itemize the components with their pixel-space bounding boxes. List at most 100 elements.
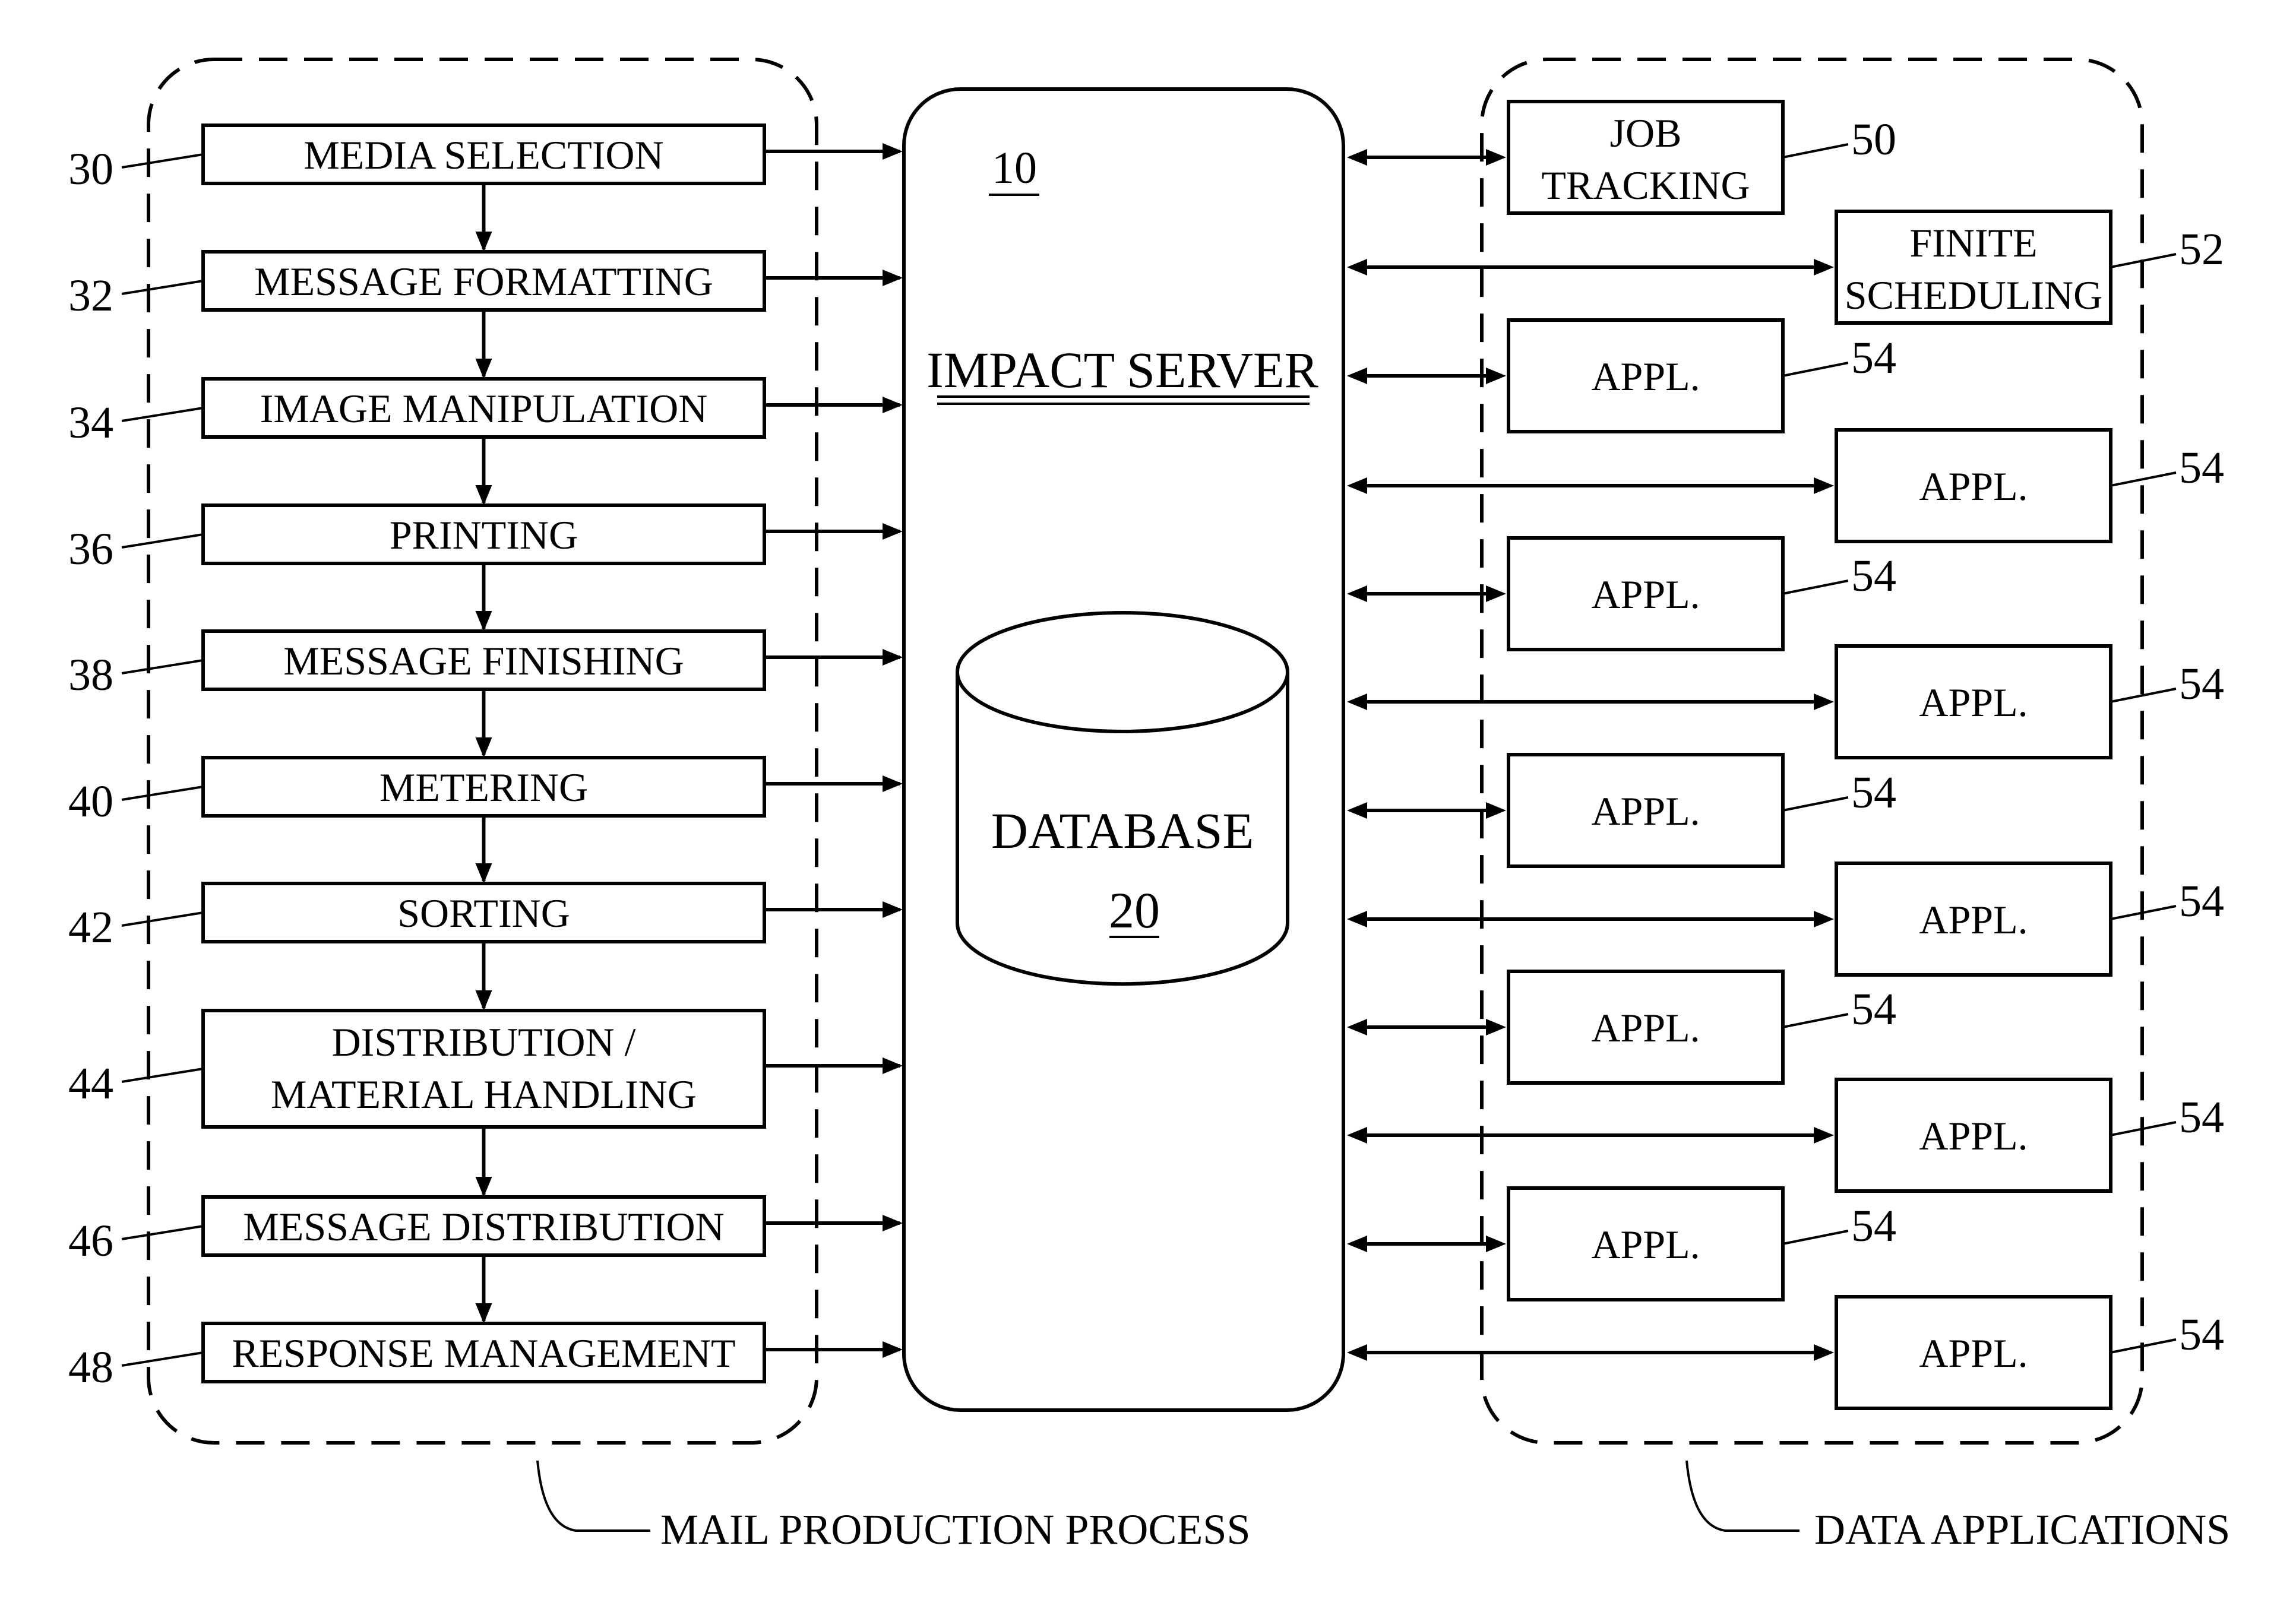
arrow-down-icon: [475, 1303, 492, 1323]
application-ref: 54: [2179, 443, 2224, 493]
application-ref: 52: [2179, 224, 2224, 274]
application-ref: 54: [1851, 984, 1896, 1034]
process-step[interactable]: SORTING 42: [68, 882, 903, 1011]
ref-leader: [121, 533, 204, 549]
arrow-right-icon: [1486, 1019, 1506, 1035]
arrow-right-icon: [1486, 1236, 1506, 1252]
process-step-label: MEDIA SELECTION: [303, 132, 663, 178]
application-ref: 54: [2179, 1310, 2224, 1360]
process-step[interactable]: MESSAGE FINISHING 38: [68, 629, 903, 758]
data-application[interactable]: JOB TRACKING 50: [1347, 100, 1896, 215]
data-application[interactable]: APPL. 54: [1347, 318, 1896, 433]
arrow-head-icon: [883, 1215, 903, 1231]
ref-leader: [121, 153, 204, 169]
arrow-head-icon: [883, 775, 903, 792]
arrow-head-icon: [883, 901, 903, 918]
impact-server[interactable]: [902, 87, 1345, 1412]
ref-leader: [121, 280, 204, 295]
application-label: APPL.: [1919, 680, 2028, 725]
process-step-label: MESSAGE FINISHING: [283, 638, 684, 683]
process-step-label: METERING: [379, 765, 588, 810]
ref-leader: [121, 407, 204, 422]
ref-leader: [1782, 796, 1849, 812]
process-step-ref: 42: [68, 902, 113, 952]
process-step[interactable]: IMAGE MANIPULATION 34: [68, 377, 903, 505]
process-step[interactable]: MESSAGE FORMATTING 32: [68, 250, 903, 379]
data-application[interactable]: APPL. 54: [1347, 1186, 1896, 1301]
process-step[interactable]: DISTRIBUTION / MATERIAL HANDLING 44: [68, 1009, 903, 1197]
process-step-label: MESSAGE DISTRIBUTION: [243, 1204, 724, 1249]
arrow-left-icon: [1347, 259, 1367, 275]
process-step-ref: 36: [68, 524, 113, 574]
application-label: APPL.: [1919, 1331, 2028, 1376]
data-application[interactable]: APPL. 54: [1347, 970, 1896, 1085]
application-label: JOB: [1610, 110, 1682, 156]
process-step-label: IMAGE MANIPULATION: [260, 386, 708, 431]
process-step[interactable]: METERING 40: [68, 756, 903, 883]
process-step[interactable]: MEDIA SELECTION 30: [68, 123, 903, 252]
application-label: APPL.: [1591, 572, 1700, 617]
process-step-ref: 32: [68, 271, 113, 321]
application-label: APPL.: [1591, 354, 1700, 399]
arrow-left-icon: [1347, 1019, 1367, 1035]
process-step-ref: 30: [68, 144, 113, 194]
application-ref: 50: [1851, 115, 1896, 164]
data-caption-leader: [1685, 1460, 1800, 1532]
arrow-right-icon: [1486, 149, 1506, 166]
data-application[interactable]: APPL. 54: [1347, 428, 2224, 543]
ref-leader: [1782, 143, 1849, 159]
ref-leader: [121, 1068, 204, 1083]
application-label: SCHEDULING: [1845, 273, 2102, 318]
process-step-label: PRINTING: [390, 512, 578, 558]
data-application[interactable]: APPL. 54: [1347, 1295, 2224, 1410]
mail-caption-leader: [536, 1460, 650, 1532]
application-ref: 54: [2179, 876, 2224, 926]
ref-leader: [1782, 1013, 1849, 1028]
process-step-ref: 34: [68, 398, 113, 448]
process-step[interactable]: MESSAGE DISTRIBUTION 46: [68, 1195, 903, 1323]
data-application[interactable]: APPL. 54: [1347, 1078, 2224, 1193]
application-label: FINITE: [1909, 220, 2037, 265]
data-application[interactable]: APPL. 54: [1347, 644, 2224, 759]
data-application[interactable]: APPL. 54: [1347, 753, 1896, 868]
process-step-label: MATERIAL HANDLING: [271, 1072, 697, 1117]
arrow-left-icon: [1347, 802, 1367, 819]
arrow-left-icon: [1347, 477, 1367, 494]
arrow-down-icon: [475, 1177, 492, 1197]
data-application[interactable]: FINITE SCHEDULING 52: [1347, 210, 2224, 325]
arrow-head-icon: [883, 397, 903, 413]
database-ref: 20: [1109, 882, 1160, 939]
process-step[interactable]: RESPONSE MANAGEMENT 48: [68, 1322, 903, 1392]
data-application[interactable]: APPL. 54: [1347, 862, 2224, 977]
process-step-ref: 40: [68, 777, 113, 826]
ref-leader: [121, 1351, 204, 1367]
arrow-down-icon: [475, 232, 492, 252]
process-step-ref: 44: [68, 1059, 113, 1109]
arrow-down-icon: [475, 611, 492, 631]
arrow-head-icon: [883, 649, 903, 666]
data-application[interactable]: APPL. 54: [1347, 536, 1896, 651]
ref-leader: [1782, 579, 1849, 595]
ref-leader: [121, 786, 204, 801]
process-step[interactable]: PRINTING 36: [68, 503, 903, 631]
arrow-left-icon: [1347, 911, 1367, 927]
arrow-left-icon: [1347, 1236, 1367, 1252]
arrow-right-icon: [1814, 911, 1834, 927]
application-label: APPL.: [1591, 1222, 1700, 1267]
mail-production-caption: MAIL PRODUCTION PROCESS: [660, 1506, 1250, 1553]
application-label: APPL.: [1591, 788, 1700, 834]
arrow-head-icon: [883, 270, 903, 286]
application-label: APPL.: [1919, 897, 2028, 942]
ref-leader: [121, 1225, 204, 1240]
arrow-right-icon: [1486, 802, 1506, 819]
database-label: DATABASE: [991, 802, 1254, 859]
application-ref: 54: [2179, 659, 2224, 709]
application-ref: 54: [1851, 551, 1896, 601]
application-label: APPL.: [1919, 1113, 2028, 1158]
process-step-ref: 38: [68, 650, 113, 700]
arrow-down-icon: [475, 485, 492, 505]
process-step-label: RESPONSE MANAGEMENT: [232, 1331, 735, 1376]
arrow-down-icon: [475, 359, 492, 379]
arrow-down-icon: [475, 990, 492, 1011]
arrow-head-icon: [883, 1341, 903, 1358]
